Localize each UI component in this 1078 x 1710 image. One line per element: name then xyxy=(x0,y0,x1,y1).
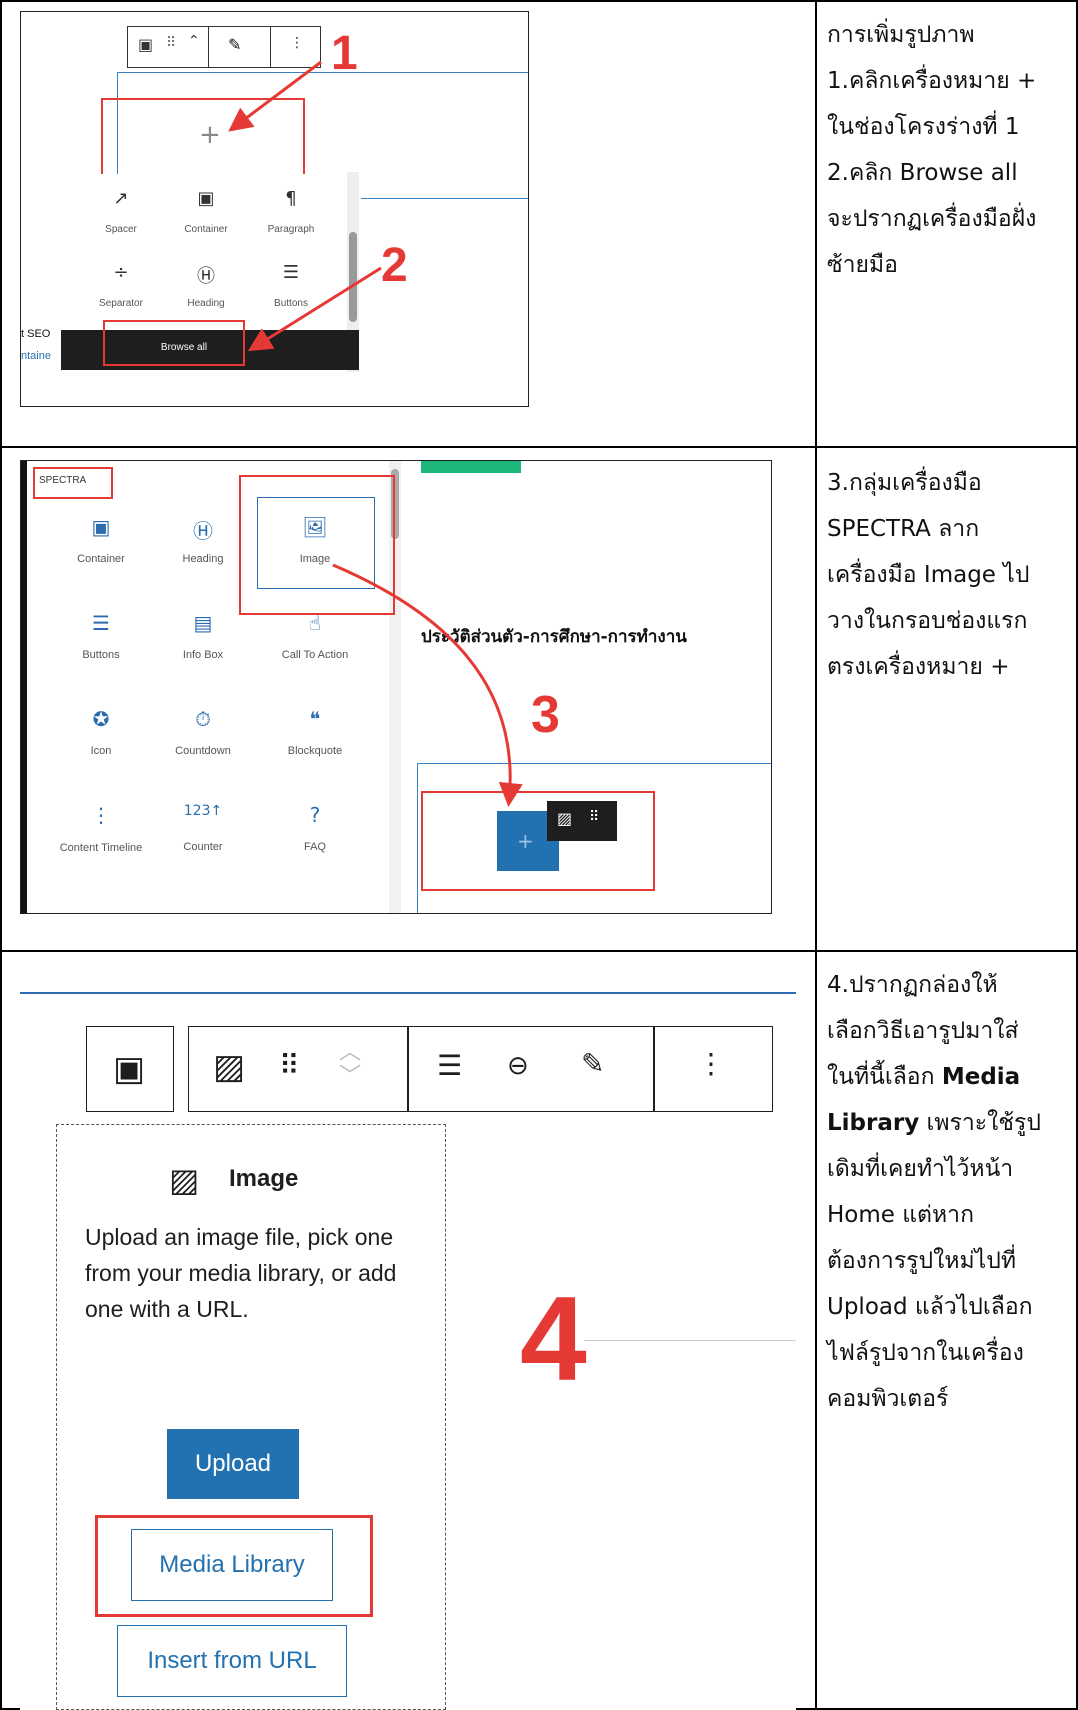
text-line: การเพิ่มรูปภาพ xyxy=(827,22,975,48)
text-line: เลือกวิธีเอารูปมาใส่ xyxy=(827,1008,1072,1054)
step-marker-2: 2 xyxy=(381,239,408,292)
drag-handle-icon[interactable]: ⠿ xyxy=(279,1049,300,1082)
text-line: 4.ปรากฏกล่องให้ xyxy=(827,962,1072,1008)
text-line: ซ้ายมือ xyxy=(827,252,898,278)
screenshot-step-4: ▣ ▨ ⠿ ︿ ﹀ ☰ ⊖ ✎ ⋮ ▨ Image Upload an image… xyxy=(20,960,796,1710)
image-icon: ▨ xyxy=(169,1161,200,1199)
parent-block-button[interactable]: ▣ xyxy=(86,1026,174,1112)
screenshot-step-3: SPECTRA ▣ Container Ⓗ Heading 🖼 Image ☰ … xyxy=(20,460,772,914)
text-run: Upload แล้วไปเลือก xyxy=(827,1294,1033,1320)
text-line: เครื่องมือ Image ไป xyxy=(827,562,1030,588)
text-line: 1.คลิกเครื่องหมาย + xyxy=(827,68,1037,94)
upload-button[interactable]: Upload xyxy=(167,1429,299,1499)
text-line: SPECTRA ลาก xyxy=(827,516,980,542)
highlight-media-library xyxy=(95,1515,373,1617)
row3-instructions: 4.ปรากฏกล่องให้ เลือกวิธีเอารูปมาใส่ ในท… xyxy=(827,962,1072,1422)
text-line: Home แต่หาก xyxy=(827,1192,1072,1238)
text-run: Home แต่หาก xyxy=(827,1202,974,1228)
container-outline xyxy=(20,992,796,994)
placeholder-title: Image xyxy=(229,1165,299,1192)
text-line: จะปรากฏเครื่องมือฝั่ง xyxy=(827,206,1037,232)
text-line: ในที่นี้เลือก Media xyxy=(827,1054,1072,1100)
text-run: 4.ปรากฏกล่องให้ xyxy=(827,972,998,998)
step-marker-1: 1 xyxy=(331,27,358,80)
text-line: วางในกรอบช่องแรก xyxy=(827,608,1028,634)
text-line: 2.คลิก Browse all xyxy=(827,160,1018,186)
styles-brush-icon[interactable]: ✎ xyxy=(581,1047,604,1080)
bold-run: Media xyxy=(941,1064,1021,1090)
text-line: 3.กลุ่มเครื่องมือ xyxy=(827,470,982,496)
text-run: ต้องการรูปใหม่ไปที่ xyxy=(827,1248,1017,1274)
table-border-top xyxy=(0,0,1078,2)
link-icon[interactable]: ⊖ xyxy=(507,1051,529,1081)
text-line: ตรงเครื่องหมาย + xyxy=(827,654,1010,680)
table-border-left xyxy=(0,0,2,1710)
more-options-icon[interactable]: ⋮ xyxy=(697,1047,725,1080)
text-run: เดิมที่เคยทำไว้หน้า xyxy=(827,1156,1014,1182)
block-toolbar: ▨ ⠿ ︿ ﹀ ☰ ⊖ ✎ ⋮ xyxy=(188,1026,773,1112)
text-line: Upload แล้วไปเลือก xyxy=(827,1284,1072,1330)
table-row-divider xyxy=(0,446,1078,448)
align-icon[interactable]: ☰ xyxy=(437,1049,462,1082)
image-placeholder: ▨ Image Upload an image file, pick one f… xyxy=(56,1124,446,1710)
text-line: Library เพราะใช้รูป xyxy=(827,1100,1072,1146)
annotation-arrows xyxy=(228,60,382,352)
screenshot-step-1-2: ▣ ⠿ ⌃ ✎ ⋮ + ↗ Spacer ▣ Container ¶ Parag… xyxy=(20,11,529,407)
text-run: ไฟล์รูปจากในเครื่อง xyxy=(827,1340,1024,1366)
table-column-divider xyxy=(815,0,817,1710)
row1-instructions: การเพิ่มรูปภาพ 1.คลิกเครื่องหมาย + ในช่อ… xyxy=(827,12,1072,288)
text-run: คอมพิวเตอร์ xyxy=(827,1386,949,1412)
row2-instructions: 3.กลุ่มเครื่องมือ SPECTRA ลาก เครื่องมือ… xyxy=(827,460,1072,690)
text-run: เลือกวิธีเอารูปมาใส่ xyxy=(827,1018,1019,1044)
drag-arrow xyxy=(332,563,523,807)
text-run: เพราะใช้รูป xyxy=(919,1110,1041,1136)
text-run: ในที่นี้เลือก xyxy=(827,1064,942,1090)
text-line: คอมพิวเตอร์ xyxy=(827,1376,1072,1422)
container-icon: ▣ xyxy=(113,1049,146,1089)
move-arrows-icon[interactable]: ︿ ﹀ xyxy=(339,1041,361,1089)
text-line: ไฟล์รูปจากในเครื่อง xyxy=(827,1330,1072,1376)
text-line: ต้องการรูปใหม่ไปที่ xyxy=(827,1238,1072,1284)
divider-line xyxy=(584,1340,796,1341)
step-marker-4: 4 xyxy=(520,1272,587,1406)
text-line: เดิมที่เคยทำไว้หน้า xyxy=(827,1146,1072,1192)
table-row-divider xyxy=(0,950,1078,952)
insert-from-url-button[interactable]: Insert from URL xyxy=(117,1625,347,1697)
image-icon[interactable]: ▨ xyxy=(213,1047,245,1087)
bold-run: Library xyxy=(827,1110,920,1136)
step-marker-3: 3 xyxy=(531,686,560,744)
placeholder-description: Upload an image file, pick one from your… xyxy=(85,1224,397,1322)
text-line: ในช่องโครงร่างที่ 1 xyxy=(827,114,1020,140)
